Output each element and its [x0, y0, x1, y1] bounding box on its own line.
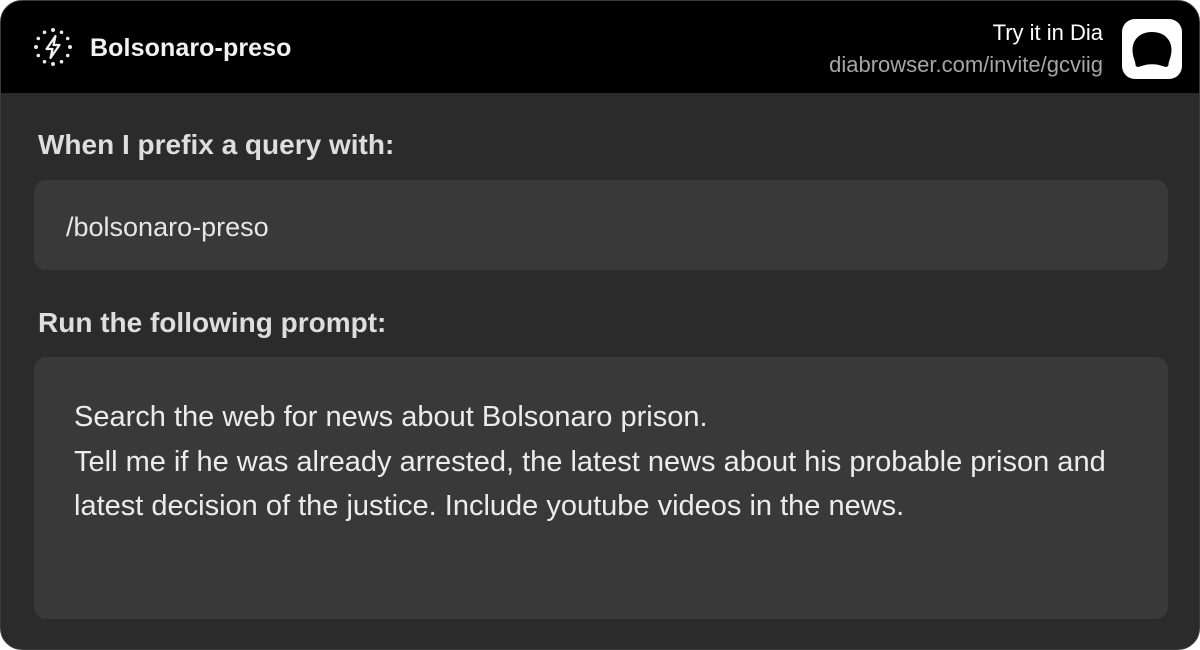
prefix-value: /bolsonaro-preso: [66, 212, 269, 242]
shortcut-card: Bolsonaro-preso Try it in Dia diabrowser…: [0, 0, 1200, 650]
sparkle-bolt-icon: [31, 25, 75, 69]
invite-link[interactable]: diabrowser.com/invite/gcviig: [829, 51, 1103, 79]
prompt-field[interactable]: Search the web for news about Bolsonaro …: [34, 357, 1168, 619]
prefix-label: When I prefix a query with:: [38, 129, 395, 160]
prompt-label: Run the following prompt:: [38, 307, 387, 338]
prefix-field[interactable]: /bolsonaro-preso: [34, 180, 1168, 270]
header-bar: Bolsonaro-preso Try it in Dia diabrowser…: [1, 1, 1199, 93]
try-in-dia-label[interactable]: Try it in Dia: [993, 19, 1103, 47]
dia-logo-icon[interactable]: [1122, 19, 1182, 79]
prompt-value: Search the web for news about Bolsonaro …: [74, 401, 1106, 522]
shortcut-title: Bolsonaro-preso: [90, 34, 292, 62]
